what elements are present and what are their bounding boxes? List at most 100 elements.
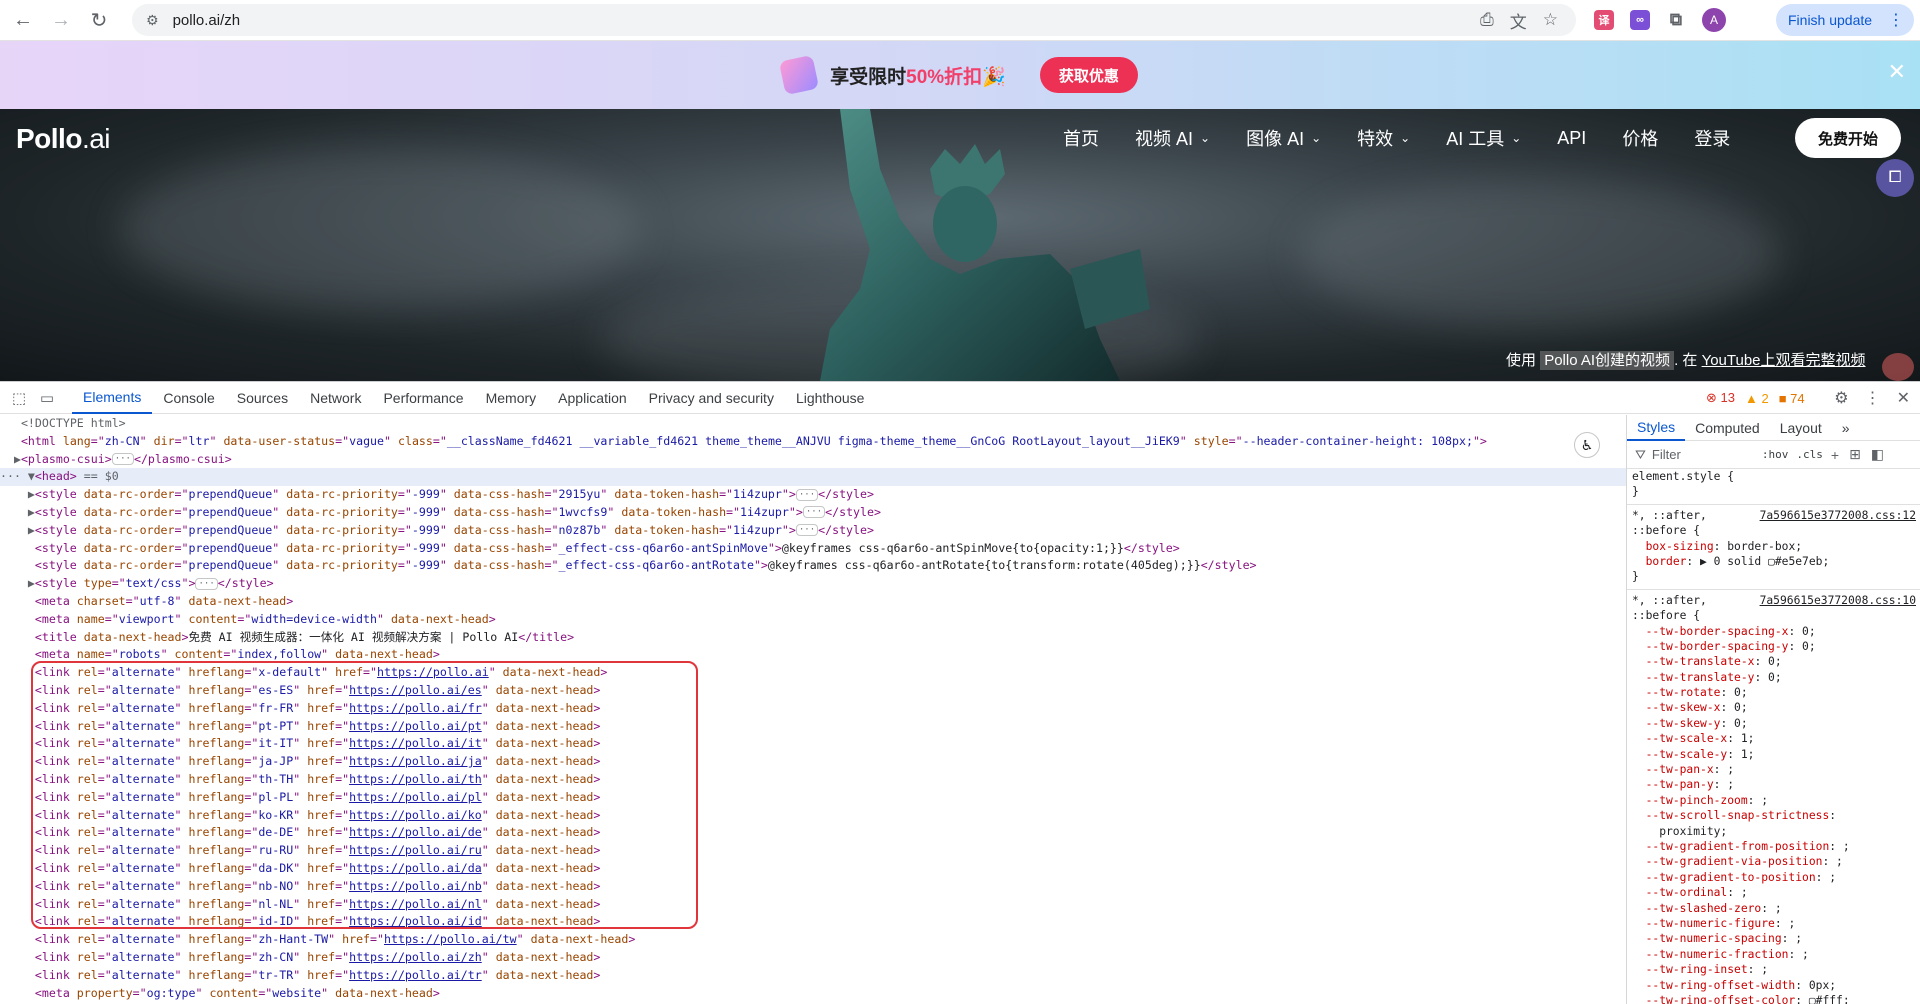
style-selector[interactable]: *, ::after, 7a596615e3772008.css:10	[1632, 593, 1920, 608]
style-property[interactable]: --tw-numeric-spacing: ;	[1632, 931, 1920, 946]
forward-icon[interactable]: →	[46, 5, 76, 35]
style-property[interactable]: --tw-scroll-snap-strictness:	[1632, 808, 1920, 823]
style-property[interactable]: --tw-pan-x: ;	[1632, 762, 1920, 777]
element-state-icon[interactable]: ⊞	[1849, 446, 1861, 463]
new-style-rule-icon[interactable]: +	[1831, 447, 1839, 463]
settings-gear-icon[interactable]: ⚙	[1834, 388, 1848, 408]
style-property[interactable]: --tw-ring-offset-color: ▢#fff;	[1632, 993, 1920, 1004]
expand-ellipsis[interactable]: ···	[795, 488, 819, 501]
dom-node-line[interactable]: <style data-rc-order="prependQueue" data…	[0, 557, 1626, 575]
style-property[interactable]: --tw-translate-x: 0;	[1632, 654, 1920, 669]
address-bar[interactable]: ⚙ pollo.ai/zh ⎙ 文 ☆	[132, 4, 1576, 36]
nav-item-login[interactable]: 登录	[1694, 125, 1730, 151]
nav-item-effects[interactable]: 特效 ⌄	[1357, 125, 1410, 151]
href-link[interactable]: https://pollo.ai/zh	[349, 950, 482, 964]
youtube-link[interactable]: YouTube上观看完整视频	[1702, 352, 1866, 369]
stylesheet-source-link[interactable]: 7a596615e3772008.css:10	[1760, 593, 1916, 608]
href-link[interactable]: https://pollo.ai/tw	[384, 932, 517, 946]
style-property[interactable]: border: ▶ 0 solid ▢#e5e7eb;	[1632, 554, 1920, 569]
install-app-icon[interactable]: ⎙	[1480, 10, 1494, 30]
extension-icon[interactable]: ∞	[1630, 10, 1650, 30]
expand-ellipsis[interactable]: ···	[795, 524, 819, 537]
start-free-button[interactable]: 免费开始	[1795, 118, 1901, 158]
corner-badge[interactable]	[1882, 353, 1914, 381]
dom-node-line[interactable]: <meta name="viewport" content="width=dev…	[0, 611, 1626, 629]
style-property[interactable]: --tw-gradient-from-position: ;	[1632, 839, 1920, 854]
styles-tab[interactable]: Styles	[1627, 415, 1686, 441]
devtools-tab[interactable]: Network	[299, 382, 372, 414]
bookmark-star-icon[interactable]: ☆	[1543, 10, 1558, 30]
dom-node-line[interactable]: ▶<style type="text/css"> ··· </style>	[0, 575, 1626, 593]
more-tabs-icon[interactable]: »	[1832, 415, 1860, 441]
dom-node-line[interactable]: ▶<plasmo-csui> ··· </plasmo-csui>	[0, 451, 1626, 469]
inspect-element-icon[interactable]: ⬚	[8, 387, 30, 409]
style-property[interactable]: --tw-gradient-to-position: ;	[1632, 870, 1920, 885]
style-selector[interactable]: *, ::after, 7a596615e3772008.css:12	[1632, 508, 1920, 523]
style-property[interactable]: --tw-border-spacing-y: 0;	[1632, 639, 1920, 654]
nav-item-pricing[interactable]: 价格	[1622, 125, 1658, 151]
devtools-tab[interactable]: Application	[547, 382, 638, 414]
dom-node-line[interactable]: <!DOCTYPE html>	[0, 415, 1626, 433]
expand-ellipsis[interactable]: ···	[802, 506, 826, 519]
expand-ellipsis[interactable]: ···	[195, 577, 218, 590]
dom-node-line[interactable]: <html lang="zh-CN" dir="ltr" data-user-s…	[0, 433, 1626, 451]
nav-item-home[interactable]: 首页	[1063, 125, 1099, 151]
style-property[interactable]: --tw-pinch-zoom: ;	[1632, 793, 1920, 808]
style-property[interactable]: --tw-numeric-fraction: ;	[1632, 947, 1920, 962]
extension-icon[interactable]: 译	[1594, 10, 1614, 30]
style-property[interactable]: --tw-skew-y: 0;	[1632, 716, 1920, 731]
dom-node-line[interactable]: <meta property="og:type" content="websit…	[0, 985, 1626, 1003]
href-link[interactable]: https://pollo.ai/tr	[349, 968, 482, 982]
style-property[interactable]: --tw-border-spacing-x: 0;	[1632, 624, 1920, 639]
dom-node-line[interactable]: <link rel="alternate" hreflang="tr-TR" h…	[0, 967, 1626, 985]
dom-node-line[interactable]: <meta charset="utf-8" data-next-head>	[0, 593, 1626, 611]
dom-node-line[interactable]: ▶<style data-rc-order="prependQueue" dat…	[0, 504, 1626, 522]
style-property[interactable]: --tw-rotate: 0;	[1632, 685, 1920, 700]
style-property[interactable]: box-sizing: border-box;	[1632, 539, 1920, 554]
close-icon[interactable]: ✕	[1888, 59, 1906, 85]
reload-icon[interactable]: ↻	[84, 5, 114, 35]
extensions-puzzle-icon[interactable]: ⧉	[1666, 10, 1686, 30]
nav-item-ai-tools[interactable]: AI 工具 ⌄	[1446, 125, 1521, 151]
accessibility-icon[interactable]: ♿	[1574, 432, 1600, 458]
hov-toggle[interactable]: :hov	[1762, 448, 1789, 461]
style-property[interactable]: --tw-translate-y: 0;	[1632, 670, 1920, 685]
get-offer-button[interactable]: 获取优惠	[1039, 57, 1138, 93]
site-settings-icon[interactable]: ⚙	[146, 12, 159, 29]
devtools-tab[interactable]: Memory	[475, 382, 548, 414]
style-property[interactable]: --tw-ring-offset-width: 0px;	[1632, 978, 1920, 993]
dom-node-line[interactable]: ··· ▼<head> == $0	[0, 468, 1626, 487]
styles-tab[interactable]: Computed	[1685, 415, 1770, 441]
style-property[interactable]: --tw-pan-y: ;	[1632, 777, 1920, 792]
styles-tab[interactable]: Layout	[1770, 415, 1832, 441]
dom-node-line[interactable]: <link rel="alternate" hreflang="zh-CN" h…	[0, 949, 1626, 967]
style-property[interactable]: --tw-scale-x: 1;	[1632, 731, 1920, 746]
dom-node-line[interactable]: <link rel="alternate" hreflang="zh-Hant-…	[0, 931, 1626, 949]
style-property[interactable]: --tw-ring-inset: ;	[1632, 962, 1920, 977]
finish-update-button[interactable]: Finish update ⋮	[1776, 4, 1914, 36]
style-property[interactable]: proximity;	[1632, 824, 1920, 839]
devtools-status[interactable]: ⊗ 13 ▲ 2 ■ 74	[1706, 382, 1805, 414]
pollo-logo[interactable]: Pollo.ai	[16, 123, 111, 155]
styles-filter-input[interactable]: Filter	[1652, 447, 1762, 462]
style-property[interactable]: --tw-skew-x: 0;	[1632, 700, 1920, 715]
dom-node-line[interactable]: ▶<style data-rc-order="prependQueue" dat…	[0, 486, 1626, 504]
style-property[interactable]: --tw-numeric-figure: ;	[1632, 916, 1920, 931]
devtools-tab[interactable]: Lighthouse	[785, 382, 876, 414]
nav-item-video-ai[interactable]: 视频 AI ⌄	[1135, 125, 1210, 151]
back-icon[interactable]: ←	[8, 5, 38, 35]
devtools-tab[interactable]: Privacy and security	[638, 382, 785, 414]
devtools-tab[interactable]: Performance	[372, 382, 474, 414]
stylesheet-source-link[interactable]: 7a596615e3772008.css:12	[1760, 508, 1916, 523]
nav-item-image-ai[interactable]: 图像 AI ⌄	[1246, 125, 1321, 151]
cls-toggle[interactable]: .cls	[1796, 448, 1823, 461]
close-devtools-icon[interactable]: ✕	[1897, 388, 1910, 408]
style-selector[interactable]: element.style {	[1632, 469, 1920, 484]
expand-ellipsis[interactable]: ···	[111, 453, 134, 466]
devtools-tab[interactable]: Console	[152, 382, 225, 414]
computed-sidebar-icon[interactable]: ◧	[1871, 446, 1884, 463]
devtools-tab[interactable]: Sources	[226, 382, 299, 414]
devtools-tab[interactable]: Elements	[72, 382, 153, 414]
dom-node-line[interactable]: <title data-next-head>免费 AI 视频生成器：一体化 AI…	[0, 629, 1626, 647]
crop-icon[interactable]: ⧠	[1876, 159, 1914, 197]
